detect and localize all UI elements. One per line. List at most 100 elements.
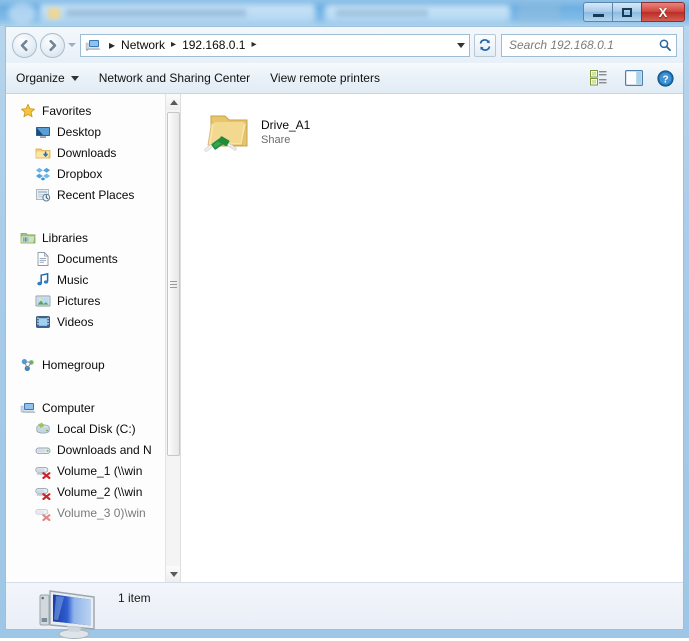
back-arrow-icon bbox=[17, 38, 32, 53]
change-view-button[interactable] bbox=[584, 67, 618, 89]
back-button[interactable] bbox=[12, 33, 37, 58]
forward-button[interactable] bbox=[40, 33, 65, 58]
sidebar-label: Local Disk (C:) bbox=[57, 422, 136, 436]
sidebar-label: Homegroup bbox=[42, 358, 105, 372]
sidebar-label: Downloads and N bbox=[57, 443, 152, 457]
disconnected-network-drive-icon bbox=[35, 463, 51, 479]
sidebar-label: Favorites bbox=[42, 104, 91, 118]
sidebar-item-recent-places[interactable]: Recent Places bbox=[6, 184, 166, 205]
search-box[interactable]: Search 192.168.0.1 bbox=[501, 34, 677, 57]
sidebar-label: Desktop bbox=[57, 125, 101, 139]
window-client-area: ▸ Network ▸ 192.168.0.1 ▸ Search 192.16 bbox=[5, 26, 684, 630]
breadcrumb-network[interactable]: Network bbox=[120, 38, 166, 52]
sidebar-item-downloads-drive[interactable]: Downloads and N bbox=[6, 439, 166, 460]
background-blur-artifact bbox=[8, 3, 36, 24]
sidebar-item-computer[interactable]: Computer bbox=[6, 397, 166, 418]
homegroup-icon bbox=[20, 357, 36, 373]
nav-group-computer: Computer Local Disk (C:) bbox=[6, 397, 166, 523]
chevron-up-icon bbox=[170, 100, 178, 105]
breadcrumb-bar[interactable]: ▸ Network ▸ 192.168.0.1 ▸ bbox=[80, 34, 470, 57]
sidebar-label: Pictures bbox=[57, 294, 100, 308]
disconnected-network-drive-icon bbox=[35, 484, 51, 500]
computer-icon bbox=[20, 400, 36, 416]
sidebar-item-volume-3[interactable]: Volume_3 0)\win bbox=[6, 502, 166, 523]
background-blur-artifact bbox=[336, 9, 428, 17]
network-sharing-label: Network and Sharing Center bbox=[99, 71, 250, 85]
network-sharing-center-button[interactable]: Network and Sharing Center bbox=[89, 66, 260, 90]
sidebar-item-volume-2[interactable]: Volume_2 (\\win bbox=[6, 481, 166, 502]
close-button[interactable]: X bbox=[641, 2, 685, 22]
sidebar-label: Documents bbox=[57, 252, 118, 266]
sidebar-label: Recent Places bbox=[57, 188, 134, 202]
change-view-icon bbox=[590, 70, 607, 86]
breadcrumb-host[interactable]: 192.168.0.1 bbox=[181, 38, 246, 52]
address-bar-row: ▸ Network ▸ 192.168.0.1 ▸ Search 192.16 bbox=[6, 27, 683, 63]
sidebar-item-documents[interactable]: Documents bbox=[6, 248, 166, 269]
svg-text:?: ? bbox=[662, 74, 668, 85]
view-printers-label: View remote printers bbox=[270, 71, 380, 85]
local-disk-icon bbox=[35, 421, 51, 437]
sidebar-item-libraries[interactable]: Libraries bbox=[6, 227, 166, 248]
close-icon: X bbox=[659, 5, 668, 20]
scrollbar-thumb[interactable] bbox=[167, 112, 180, 456]
forward-arrow-icon bbox=[45, 38, 60, 53]
nav-group-homegroup: Homegroup bbox=[6, 354, 166, 375]
scrollbar-grip bbox=[170, 279, 177, 290]
list-item-name: Drive_A1 bbox=[261, 118, 310, 133]
list-item[interactable]: Drive_A1 Share bbox=[198, 105, 348, 159]
sidebar-item-music[interactable]: Music bbox=[6, 269, 166, 290]
desktop-icon bbox=[35, 124, 51, 140]
explorer-window: X bbox=[0, 0, 689, 638]
maximize-icon bbox=[622, 8, 632, 17]
breadcrumb-sep: ▸ bbox=[166, 40, 181, 50]
status-bar: 1 item bbox=[6, 582, 683, 629]
scroll-down-button[interactable] bbox=[166, 566, 181, 582]
organize-label: Organize bbox=[16, 71, 65, 85]
navigation-list: Favorites Desktop bbox=[6, 94, 166, 527]
sidebar-item-favorites[interactable]: Favorites bbox=[6, 100, 166, 121]
nav-spacer bbox=[6, 336, 166, 354]
search-input[interactable]: Search 192.168.0.1 bbox=[509, 38, 658, 52]
recent-pages-button[interactable] bbox=[65, 33, 78, 58]
sidebar-label: Dropbox bbox=[57, 167, 102, 181]
document-icon bbox=[35, 251, 51, 267]
video-icon bbox=[35, 314, 51, 330]
sidebar-item-downloads[interactable]: Downloads bbox=[6, 142, 166, 163]
breadcrumb-sep: ▸ bbox=[104, 38, 120, 52]
nav-spacer bbox=[6, 379, 166, 397]
minimize-icon bbox=[593, 14, 604, 17]
preview-pane-button[interactable] bbox=[618, 67, 650, 89]
maximize-button[interactable] bbox=[612, 2, 641, 22]
explorer-body: Favorites Desktop bbox=[6, 94, 683, 582]
music-note-icon bbox=[35, 272, 51, 288]
file-list-pane[interactable]: Drive_A1 Share bbox=[181, 94, 683, 582]
address-dropdown-button[interactable] bbox=[457, 35, 465, 56]
sidebar-item-pictures[interactable]: Pictures bbox=[6, 290, 166, 311]
refresh-button[interactable] bbox=[474, 34, 496, 57]
breadcrumb-sep: ▸ bbox=[246, 40, 261, 50]
sidebar-item-videos[interactable]: Videos bbox=[6, 311, 166, 332]
sidebar-label: Volume_2 (\\win bbox=[57, 485, 142, 499]
refresh-icon bbox=[478, 38, 492, 52]
chevron-down-icon bbox=[457, 43, 465, 48]
minimize-button[interactable] bbox=[583, 2, 612, 22]
sidebar-item-homegroup[interactable]: Homegroup bbox=[6, 354, 166, 375]
window-controls: X bbox=[583, 2, 685, 23]
navigation-scrollbar[interactable] bbox=[165, 94, 180, 582]
scroll-up-button[interactable] bbox=[166, 94, 181, 110]
nav-spacer bbox=[6, 209, 166, 227]
sidebar-item-volume-1[interactable]: Volume_1 (\\win bbox=[6, 460, 166, 481]
sidebar-label: Computer bbox=[42, 401, 95, 415]
sidebar-label: Videos bbox=[57, 315, 93, 329]
background-blur-artifact bbox=[518, 2, 560, 24]
help-button[interactable]: ? bbox=[650, 67, 683, 90]
search-icon bbox=[658, 38, 672, 52]
organize-button[interactable]: Organize bbox=[6, 66, 89, 90]
sidebar-item-local-disk[interactable]: Local Disk (C:) bbox=[6, 418, 166, 439]
network-computer-icon bbox=[85, 37, 101, 53]
sidebar-item-desktop[interactable]: Desktop bbox=[6, 121, 166, 142]
sidebar-item-dropbox[interactable]: Dropbox bbox=[6, 163, 166, 184]
star-icon bbox=[20, 103, 36, 119]
view-remote-printers-button[interactable]: View remote printers bbox=[260, 66, 390, 90]
sidebar-label: Libraries bbox=[42, 231, 88, 245]
